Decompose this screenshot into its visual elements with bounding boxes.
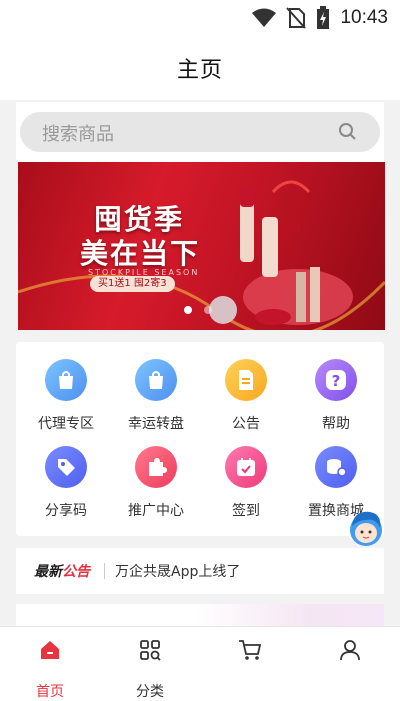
- grid-item-check-in[interactable]: 签到: [201, 446, 291, 520]
- cart-icon: [200, 631, 300, 661]
- carousel-dot-active[interactable]: [184, 306, 192, 314]
- banner-tag: 买1送1 囤2寄3: [90, 276, 175, 292]
- grid-item-label: 签到: [232, 503, 260, 519]
- document-icon: [225, 359, 267, 401]
- customer-service-button[interactable]: [346, 508, 386, 548]
- svg-text:?: ?: [332, 372, 341, 390]
- status-bar: 10:43: [0, 0, 400, 36]
- question-icon: ?: [315, 359, 357, 401]
- search-icon[interactable]: [338, 122, 358, 142]
- page-title: 主页: [176, 58, 223, 83]
- grid-item-label: 公告: [232, 416, 260, 432]
- grid-item-announcement[interactable]: 公告: [201, 359, 291, 433]
- category-icon: [100, 631, 200, 661]
- grid-item-promotion-center[interactable]: 推广中心: [111, 446, 201, 520]
- tag-icon: [45, 446, 87, 488]
- feature-grid: 代理专区 幸运转盘 公告 ? 帮助 分享码 推广中心 签到 置换商城: [16, 342, 384, 536]
- grid-item-lucky-wheel[interactable]: 幸运转盘: [111, 359, 201, 433]
- home-icon: [0, 631, 100, 661]
- announcement-text: 万企共晟App上线了: [115, 564, 241, 580]
- status-time: 10:43: [340, 7, 388, 28]
- customer-service-icon: [350, 511, 382, 546]
- grid-item-label: 帮助: [322, 416, 350, 432]
- grid-item-share-code[interactable]: 分享码: [21, 446, 111, 520]
- carousel-dot[interactable]: [204, 306, 212, 314]
- battery-charging-icon: [317, 6, 330, 29]
- wifi-icon: [252, 8, 277, 27]
- banner-headline-2: 美在当下: [80, 237, 201, 270]
- tab-home[interactable]: 首页: [0, 627, 100, 701]
- banner-decoration: [18, 180, 385, 330]
- grid-item-label: 代理专区: [38, 416, 94, 432]
- grid-item-label: 推广中心: [128, 503, 184, 519]
- coins-icon: [315, 446, 357, 488]
- search-input[interactable]: 搜索商品: [20, 112, 380, 152]
- divider: [104, 563, 105, 579]
- announcement-logo: 最新公告: [34, 564, 90, 580]
- grid-item-label: 幸运转盘: [128, 416, 184, 432]
- search-placeholder: 搜索商品: [42, 124, 114, 145]
- grid-item-agent-zone[interactable]: 代理专区: [21, 359, 111, 433]
- tab-cart[interactable]: [200, 627, 300, 681]
- title-bar: 主页: [0, 36, 400, 100]
- search-section: 搜索商品: [16, 102, 384, 162]
- user-icon: [300, 631, 400, 661]
- tab-label: 首页: [36, 684, 64, 700]
- tab-category[interactable]: 分类: [100, 627, 200, 701]
- puzzle-icon: [135, 446, 177, 488]
- tab-profile[interactable]: [300, 627, 400, 681]
- grid-item-help[interactable]: ? 帮助: [291, 359, 381, 433]
- promo-banner[interactable]: 囤货季 美在当下 STOCKPILE SEASON 买1送1 囤2寄3: [18, 162, 385, 330]
- announcement-bar[interactable]: 最新公告 万企共晟App上线了: [16, 548, 384, 594]
- bottom-tab-bar: 首页 分类: [0, 626, 400, 701]
- bag-icon: [135, 359, 177, 401]
- calendar-icon: [225, 446, 267, 488]
- bag-icon: [45, 359, 87, 401]
- no-sim-icon: [286, 7, 307, 29]
- grid-item-label: 分享码: [45, 503, 87, 519]
- tab-label: 分类: [136, 684, 164, 700]
